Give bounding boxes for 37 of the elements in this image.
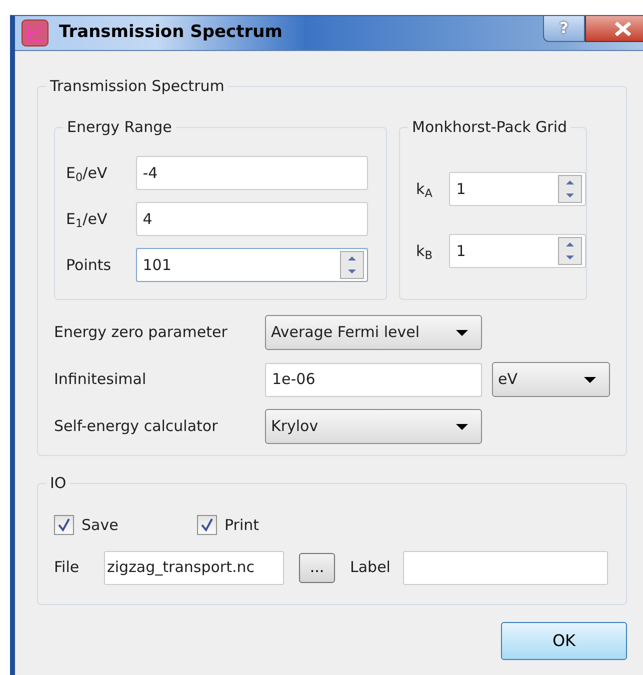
checkbox[interactable] bbox=[197, 515, 217, 536]
field-label: Points bbox=[66, 254, 112, 276]
field-label: File bbox=[54, 557, 80, 578]
caret-icon bbox=[455, 328, 469, 336]
input-field[interactable]: zigzag_transport.nc bbox=[104, 550, 284, 584]
checkbox-label: Print bbox=[224, 515, 260, 536]
spin-arrows-icon[interactable] bbox=[558, 175, 582, 203]
input-field[interactable]: 4 bbox=[136, 202, 368, 236]
caret-icon bbox=[583, 376, 597, 384]
caret-icon bbox=[455, 422, 469, 430]
input-field[interactable]: -4 bbox=[136, 156, 368, 190]
spin-box[interactable]: 1 bbox=[449, 234, 586, 268]
dropdown[interactable]: eV bbox=[492, 362, 610, 397]
checkbox[interactable] bbox=[54, 515, 74, 536]
field-label: k$_{A}$ bbox=[416, 178, 434, 200]
input-field[interactable] bbox=[403, 550, 608, 584]
browse-button[interactable]: ... bbox=[299, 552, 335, 582]
ok-button[interactable]: OK bbox=[501, 622, 627, 660]
spin-box[interactable]: 101 bbox=[136, 248, 368, 282]
field-label: Self-energy calculator bbox=[54, 416, 219, 438]
spin-arrows-icon[interactable] bbox=[558, 237, 582, 265]
field-label: k$_{B}$ bbox=[416, 240, 434, 262]
checkbox-label: Save bbox=[82, 515, 118, 536]
dropdown[interactable]: Average Fermi level bbox=[265, 315, 482, 350]
dropdown[interactable]: Krylov bbox=[265, 409, 482, 444]
close-icon bbox=[612, 22, 632, 36]
field-label: E$_{0}$/eV bbox=[66, 162, 108, 184]
spin-arrows-icon[interactable] bbox=[340, 251, 364, 279]
window-title: Transmission Spectrum bbox=[59, 21, 282, 44]
field-label: Energy zero parameter bbox=[54, 322, 228, 344]
spin-box[interactable]: 1 bbox=[449, 172, 586, 206]
field-label: E$_{1}$/eV bbox=[66, 208, 108, 230]
field-label: Infinitesimal bbox=[54, 369, 148, 390]
close-button[interactable] bbox=[585, 16, 643, 42]
field-label: Label bbox=[350, 557, 392, 578]
app-icon bbox=[21, 19, 49, 47]
input-field[interactable]: 1e-06 bbox=[265, 362, 482, 396]
